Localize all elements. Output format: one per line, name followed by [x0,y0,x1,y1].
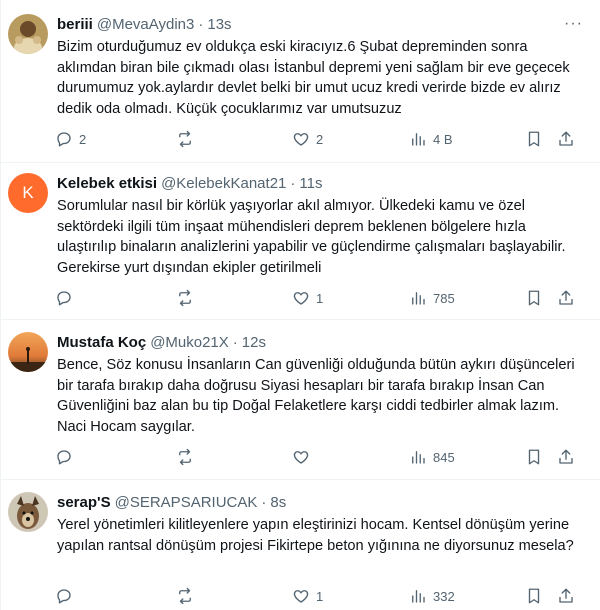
retweet-icon [179,448,191,466]
tweet[interactable]: beriii @MevaAydin3 · 13s ··· Bizim oturd… [1,0,600,163]
like-count: 2 [316,131,324,147]
bookmark-icon [528,449,540,465]
tweet-actions: 2 2 4 B [55,129,585,149]
display-name[interactable]: serap'S [57,494,111,511]
separator: · [261,493,267,511]
share-icon [559,131,573,146]
views-chart-icon [412,451,425,464]
bookmark-button[interactable] [525,586,543,606]
reply-button[interactable] [55,586,79,606]
view-count: 845 [433,449,455,465]
views-button[interactable]: 4 B [409,129,453,149]
like-button[interactable] [292,447,316,467]
views-button[interactable]: 845 [409,447,455,467]
heart-icon [293,133,309,146]
tweet[interactable]: Mustafa Koç @Muko21X · 12s Bence, Söz ko… [1,320,600,480]
bookmark-icon [528,290,540,306]
tweet[interactable]: serap'S @SERAPSARIUCAK · 8s Yerel yöneti… [1,480,600,610]
bookmark-icon [528,131,540,147]
bookmark-button[interactable] [525,447,543,467]
reply-icon [57,589,71,604]
like-button[interactable]: 2 [292,129,323,149]
view-count: 4 B [433,131,453,147]
heart-icon [293,451,309,464]
reply-count: 2 [79,131,87,147]
bookmark-button[interactable] [525,129,543,149]
tweet-actions: 1 332 [55,586,585,606]
display-name[interactable]: Mustafa Koç [57,334,146,351]
tweet-header: Mustafa Koç @Muko21X · 12s [57,332,266,352]
retweet-icon [179,289,191,307]
display-name[interactable]: beriii [57,16,93,33]
tweet[interactable]: K Kelebek etkisi @KelebekKanat21 · 11s S… [1,163,600,320]
retweet-button[interactable] [176,129,200,149]
profile-photo-icon [8,14,48,54]
view-count: 785 [433,290,455,306]
share-icon [559,449,573,464]
timeline: beriii @MevaAydin3 · 13s ··· Bizim oturd… [0,0,600,610]
tweet-header: Kelebek etkisi @KelebekKanat21 · 11s [57,173,322,193]
tweet-text: Bizim oturduğumuz ev oldukça eski kiracı… [57,39,570,117]
retweet-button[interactable] [176,288,200,308]
share-button[interactable] [557,288,575,308]
avatar[interactable] [8,492,48,532]
dog-photo-icon [8,492,48,532]
tweet-actions: 1 785 [55,288,585,308]
reply-button[interactable] [55,288,79,308]
reply-icon [57,450,71,465]
separator: · [290,174,296,192]
user-handle[interactable]: @Muko21X [150,334,229,351]
share-button[interactable] [557,129,575,149]
display-name[interactable]: Kelebek etkisi [57,175,157,192]
reply-icon [57,132,71,147]
heart-icon [293,590,309,603]
reply-button[interactable] [55,447,79,467]
avatar[interactable] [8,332,48,372]
separator: · [198,15,204,33]
timestamp[interactable]: 8s [270,494,286,511]
user-handle[interactable]: @MevaAydin3 [97,16,195,33]
timestamp[interactable]: 12s [242,334,266,351]
reply-button[interactable]: 2 [55,129,86,149]
share-button[interactable] [557,586,575,606]
reply-icon [57,291,71,306]
bookmark-icon [528,588,540,604]
tweet-actions: 845 [55,447,585,467]
like-button[interactable]: 1 [292,288,323,308]
views-button[interactable]: 332 [409,586,455,606]
like-button[interactable]: 1 [292,586,323,606]
view-count: 332 [433,588,455,604]
user-handle[interactable]: @KelebekKanat21 [161,175,286,192]
more-options-icon[interactable]: ··· [564,14,583,34]
retweet-button[interactable] [176,447,200,467]
avatar-letter: K [22,183,34,202]
retweet-icon [179,587,191,605]
tweet-text: Yerel yönetimleri kilitleyenlere yapın e… [57,517,574,554]
sunset-photo-icon [8,332,48,372]
tweet-header: serap'S @SERAPSARIUCAK · 8s [57,492,286,512]
like-count: 1 [316,290,324,306]
separator: · [232,333,238,351]
views-chart-icon [412,133,425,146]
tweet-text: Bence, Söz konusu İnsanların Can güvenli… [57,357,575,435]
share-icon [559,588,573,603]
avatar[interactable] [8,14,48,54]
retweet-icon [179,130,191,148]
tweet-header: beriii @MevaAydin3 · 13s [57,14,232,34]
views-chart-icon [412,292,425,305]
user-handle[interactable]: @SERAPSARIUCAK [115,494,258,511]
timestamp[interactable]: 13s [207,16,231,33]
like-count: 1 [316,588,324,604]
views-button[interactable]: 785 [409,288,455,308]
share-button[interactable] [557,447,575,467]
avatar[interactable]: K [8,173,48,213]
views-chart-icon [412,590,425,603]
share-icon [559,290,573,305]
retweet-button[interactable] [176,586,200,606]
timestamp[interactable]: 11s [299,175,322,192]
heart-icon [293,292,309,305]
tweet-text: Sorumlular nasıl bir körlük yaşıyorlar a… [57,198,566,276]
bookmark-button[interactable] [525,288,543,308]
